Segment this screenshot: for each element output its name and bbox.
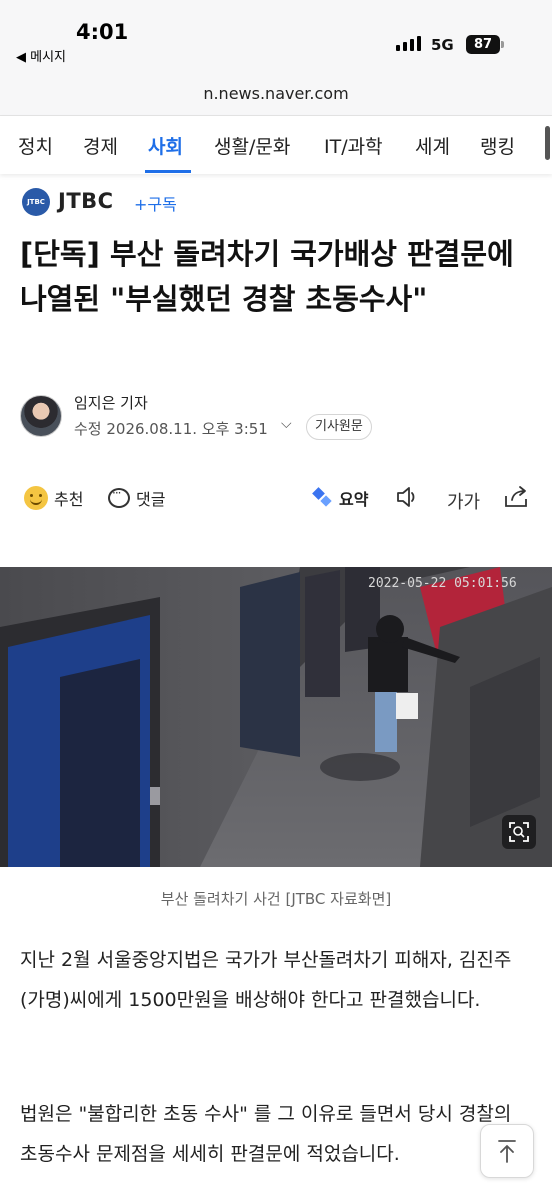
comment-icon xyxy=(108,486,130,508)
share-icon[interactable] xyxy=(502,484,530,514)
reporter-name[interactable]: 임지은 기자 xyxy=(74,392,148,413)
battery-icon: 87 xyxy=(466,35,504,54)
font-size-button[interactable]: 가가 xyxy=(447,488,480,514)
article-paragraph: 지난 2월 서울중앙지법은 국가가 부산돌려차기 피해자, 김진주(가명)씨에게… xyxy=(20,949,512,1011)
nav-item-politics[interactable]: 정치 xyxy=(18,132,53,159)
press-logo[interactable]: JTBC xyxy=(22,188,50,216)
arrow-up-icon xyxy=(498,1140,516,1163)
chevron-down-icon[interactable]: ⌵ xyxy=(281,416,292,432)
nav-item-life-culture[interactable]: 생활/문화 xyxy=(214,132,290,159)
summary-label: 요약 xyxy=(339,490,369,509)
recommend-button[interactable]: 추천 xyxy=(24,486,83,510)
nav-item-ranking[interactable]: 랭킹 xyxy=(480,132,515,159)
network-type: 5G xyxy=(431,36,454,54)
photo-caption: 부산 돌려차기 사건 [JTBC 자료화면] xyxy=(160,890,392,908)
summary-icon xyxy=(313,488,333,508)
summary-button[interactable]: 요약 xyxy=(313,486,368,510)
url-text[interactable]: n.news.naver.com xyxy=(0,84,552,103)
back-to-messages-link[interactable]: ◀ 메시지 xyxy=(16,46,66,65)
nav-active-indicator xyxy=(145,170,191,173)
nav-item-world[interactable]: 세계 xyxy=(415,132,450,159)
comment-label: 댓글 xyxy=(136,490,166,509)
speaker-icon[interactable] xyxy=(394,484,420,514)
reporter-avatar[interactable] xyxy=(20,395,62,437)
nav-item-economy[interactable]: 경제 xyxy=(83,132,118,159)
comment-button[interactable]: 댓글 xyxy=(108,486,165,510)
nav-scrollbar[interactable] xyxy=(545,126,550,160)
signal-icon xyxy=(396,36,421,51)
status-time: 4:01 xyxy=(76,20,129,44)
nav-item-society[interactable]: 사회 xyxy=(148,132,183,159)
zoom-icon[interactable] xyxy=(502,815,536,849)
nav-item-it-science[interactable]: IT/과학 xyxy=(324,132,383,159)
article-date: 수정 2026.08.11. 오후 3:51 xyxy=(74,420,268,438)
subscribe-button[interactable]: +구독 xyxy=(134,191,177,215)
font-size-label: 가가 xyxy=(447,492,481,513)
recommend-label: 추천 xyxy=(54,490,84,509)
smile-icon xyxy=(24,486,48,510)
scroll-to-top-button[interactable] xyxy=(480,1124,534,1178)
original-article-button[interactable]: 기사원문 xyxy=(306,414,372,440)
cctv-timestamp: 2022-05-22 05:01:56 xyxy=(368,576,517,591)
press-name[interactable]: JTBC xyxy=(58,189,114,213)
status-bar: 4:01 ◀ 메시지 5G 87 xyxy=(0,0,552,72)
category-nav: 정치 경제 사회 생활/문화 IT/과학 세계 랭킹 xyxy=(0,116,552,174)
article-headline: [단독] 부산 돌려차기 국가배상 판결문에 나열된 "부실했던 경찰 초동수사… xyxy=(20,237,514,316)
article-paragraph: 법원은 "불합리한 초동 수사" 를 그 이유로 들면서 당시 경찰의 초동수사… xyxy=(20,1103,512,1165)
browser-url-bar[interactable]: n.news.naver.com xyxy=(0,72,552,116)
article-photo[interactable]: 2022-05-22 05:01:56 xyxy=(0,567,552,867)
